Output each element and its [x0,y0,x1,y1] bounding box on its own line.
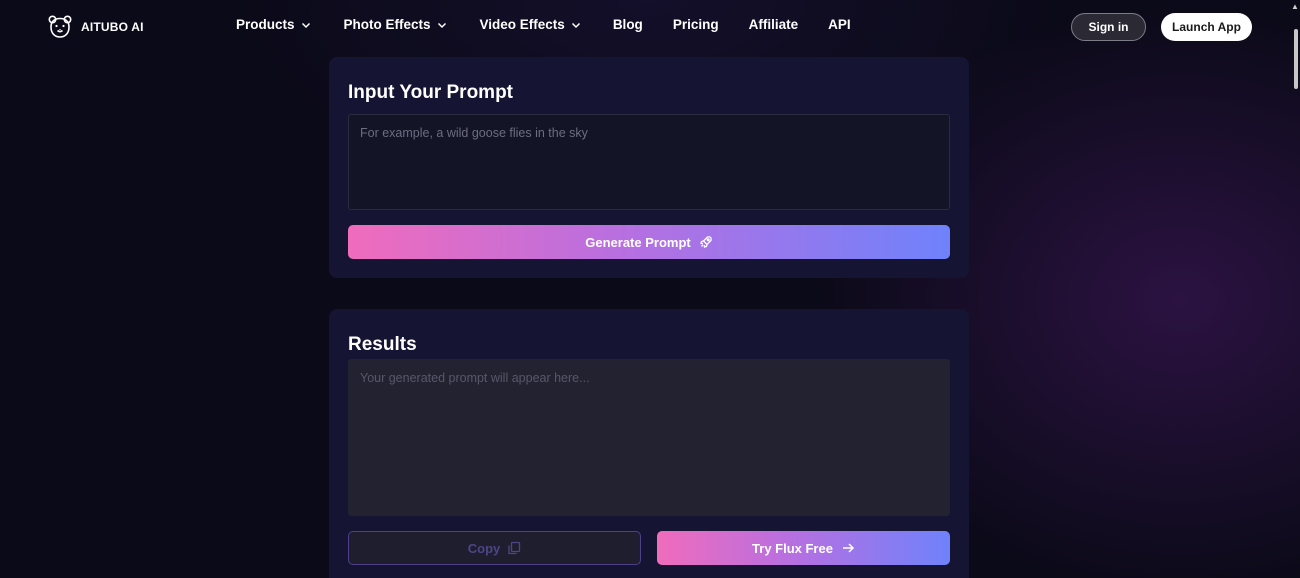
nav-item-label: Affiliate [748,17,799,32]
nav-item-label: Products [236,17,295,32]
arrow-right-icon [842,543,855,553]
input-card-title: Input Your Prompt [348,82,514,103]
main-nav: Products Photo Effects Video Effects Blo… [236,17,851,32]
prompt-input[interactable]: For example, a wild goose flies in the s… [348,114,950,210]
rocket-icon [699,236,712,248]
input-prompt-card: Input Your Prompt For example, a wild go… [329,57,969,278]
result-output[interactable]: Your generated prompt will appear here..… [348,359,950,516]
generate-prompt-button[interactable]: Generate Prompt [348,225,950,259]
results-card-title: Results [348,334,417,355]
nav-item-api[interactable]: API [828,17,851,32]
results-card: Results Your generated prompt will appea… [329,309,969,578]
sign-in-button[interactable]: Sign in [1071,13,1146,41]
page-scrollbar[interactable]: ▲ [1290,0,1300,578]
brand-name: AITUBO AI [81,20,144,34]
nav-item-label: API [828,17,851,32]
page: AITUBO AI Products Photo Effects Video E… [0,0,1300,578]
bear-icon [48,15,72,38]
brand-logo[interactable]: AITUBO AI [47,14,144,40]
nav-item-photo-effects[interactable]: Photo Effects [344,17,447,32]
nav-item-blog[interactable]: Blog [613,17,643,32]
nav-item-pricing[interactable]: Pricing [673,17,719,32]
nav-item-label: Blog [612,17,643,32]
scroll-thumb[interactable] [1294,29,1298,89]
nav-actions: Sign in Launch App [1071,13,1252,41]
generate-prompt-label: Generate Prompt [585,234,691,250]
nav-item-label: Pricing [672,17,719,32]
chevron-down-icon [301,22,310,28]
nav-item-affiliate[interactable]: Affiliate [749,17,799,32]
try-flux-label: Try Flux Free [752,540,833,556]
scroll-up-icon[interactable]: ▲ [1291,0,1299,14]
nav-item-video-effects[interactable]: Video Effects [480,17,581,32]
try-flux-free-button[interactable]: Try Flux Free [657,531,950,565]
copy-button[interactable]: Copy [348,531,641,565]
chevron-down-icon [571,22,580,28]
launch-app-button[interactable]: Launch App [1161,13,1252,41]
nav-item-label: Photo Effects [343,17,431,32]
nav-item-label: Video Effects [479,17,565,32]
top-navbar: AITUBO AI Products Photo Effects Video E… [0,0,1300,54]
copy-icon [508,541,521,555]
copy-label: Copy [467,540,501,556]
chevron-down-icon [437,22,446,28]
nav-item-products[interactable]: Products [236,17,311,32]
